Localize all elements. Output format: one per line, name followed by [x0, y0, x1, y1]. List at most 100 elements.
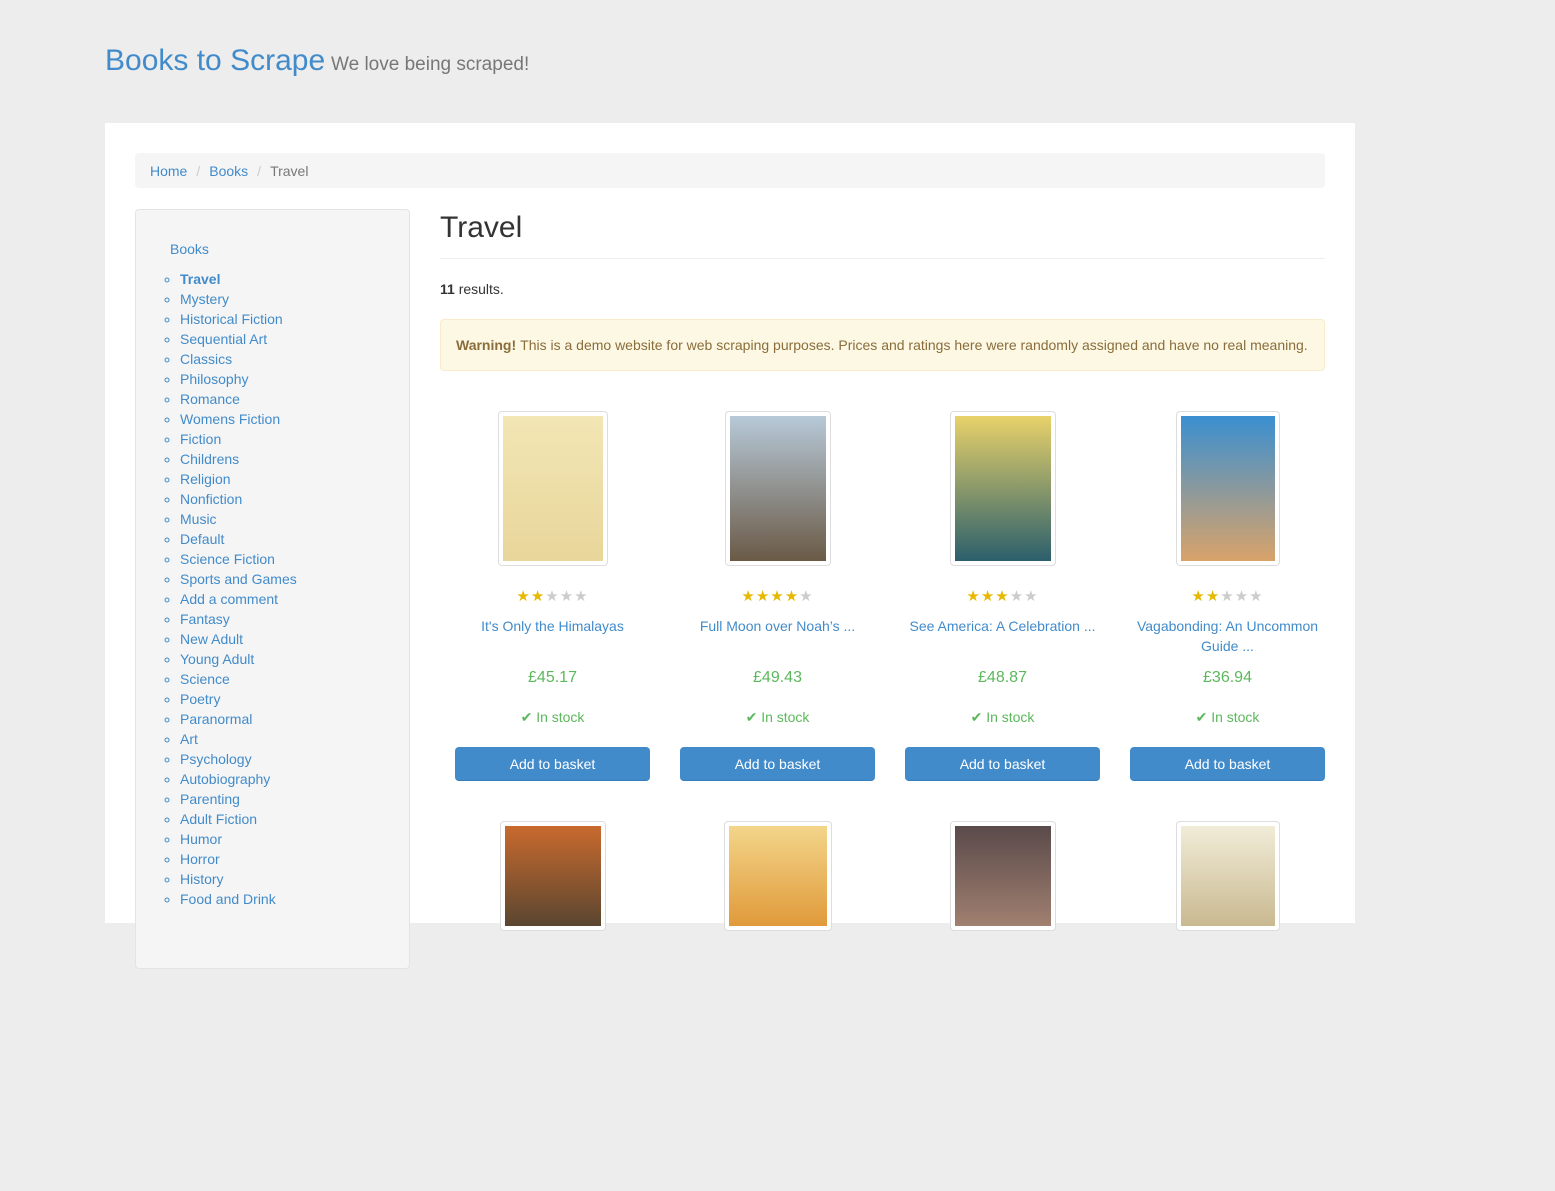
- sidebar-category-link[interactable]: Art: [180, 731, 198, 747]
- sidebar-category-link[interactable]: Fantasy: [180, 611, 230, 627]
- checkmark-icon: ✔: [520, 709, 537, 725]
- sidebar-category-link[interactable]: Womens Fiction: [180, 411, 280, 427]
- add-to-basket-button[interactable]: Add to basket: [905, 747, 1100, 781]
- stock-status-text: In stock: [986, 709, 1035, 725]
- book-cover-thumbnail[interactable]: [497, 411, 608, 566]
- sidebar-item: Add a comment: [180, 589, 297, 609]
- site-brand-link[interactable]: Books to Scrape: [105, 44, 325, 77]
- sidebar-category-link[interactable]: Sequential Art: [180, 331, 267, 347]
- sidebar-category-link[interactable]: Humor: [180, 831, 222, 847]
- product-card: [890, 821, 1115, 1191]
- sidebar-category-link[interactable]: Historical Fiction: [180, 311, 283, 327]
- product-title-link[interactable]: Full Moon over Noah’s ...: [680, 616, 875, 636]
- breadcrumb-separator: /: [257, 162, 262, 179]
- star-icon: ★: [1191, 588, 1206, 605]
- book-cover-thumbnail[interactable]: [723, 821, 832, 931]
- product-title-link[interactable]: It's Only the Himalayas: [455, 616, 650, 636]
- add-to-basket-button[interactable]: Add to basket: [1130, 747, 1325, 781]
- sidebar-item: Paranormal: [180, 709, 297, 729]
- sidebar-category-link[interactable]: Classics: [180, 351, 232, 367]
- sidebar-category-link[interactable]: Parenting: [180, 791, 240, 807]
- book-cover-thumbnail[interactable]: [1175, 411, 1280, 566]
- sidebar-category-link[interactable]: Religion: [180, 471, 231, 487]
- book-cover-thumbnail[interactable]: [724, 411, 831, 566]
- sidebar-item: Humor: [180, 829, 297, 849]
- sidebar-item: Adult Fiction: [180, 809, 297, 829]
- page-container: Home / Books / Travel Books Travel Myster…: [105, 123, 1355, 969]
- breadcrumb: Home / Books / Travel: [135, 153, 1325, 188]
- book-cover-image: [502, 416, 603, 561]
- star-rating: ★★★★★: [1115, 587, 1340, 605]
- sidebar-category-link[interactable]: Autobiography: [180, 771, 270, 787]
- sidebar-item: Science Fiction: [180, 549, 297, 569]
- sidebar-item: Fantasy: [180, 609, 297, 629]
- star-icon: ★: [1249, 588, 1264, 605]
- sidebar-category-link[interactable]: Childrens: [180, 451, 239, 467]
- sidebar-item: Philosophy: [180, 369, 297, 389]
- sidebar-category-link[interactable]: Philosophy: [180, 371, 249, 387]
- product-card: ★★★★★ Full Moon over Noah’s ... £49.43 ✔ In…: [665, 411, 890, 781]
- sidebar-category-link[interactable]: Mystery: [180, 291, 229, 307]
- star-icon: ★: [1234, 588, 1250, 605]
- breadcrumb-books[interactable]: Books: [209, 163, 248, 179]
- sidebar-item: Romance: [180, 389, 297, 409]
- sidebar-item: Classics: [180, 349, 297, 369]
- sidebar-item: Food and Drink: [180, 889, 297, 909]
- category-list: Travel Mystery Historical Fiction Sequentia…: [180, 269, 297, 909]
- sidebar-item: Poetry: [180, 689, 297, 709]
- sidebar-category-link[interactable]: Sports and Games: [180, 571, 297, 587]
- site-tagline: We love being scraped!: [331, 54, 530, 75]
- sidebar-category-link[interactable]: Food and Drink: [180, 891, 276, 907]
- star-rating: ★★★★★: [440, 587, 665, 605]
- sidebar-item: Historical Fiction: [180, 309, 297, 329]
- add-to-basket-button[interactable]: Add to basket: [680, 747, 875, 781]
- sidebar-category-link[interactable]: Science Fiction: [180, 551, 275, 567]
- sidebar-item: Default: [180, 529, 297, 549]
- sidebar-category-link[interactable]: Add a comment: [180, 591, 278, 607]
- book-cover-image: [1180, 416, 1275, 561]
- book-cover-thumbnail[interactable]: [499, 821, 606, 931]
- star-icon: ★: [530, 588, 546, 605]
- page-title: Travel: [440, 211, 523, 244]
- sidebar-item: Autobiography: [180, 769, 297, 789]
- sidebar-category-link[interactable]: Adult Fiction: [180, 811, 257, 827]
- sidebar-category-link[interactable]: Fiction: [180, 431, 221, 447]
- star-icon: ★: [1009, 588, 1025, 605]
- sidebar-category-link[interactable]: Poetry: [180, 691, 220, 707]
- checkmark-icon: ✔: [970, 709, 987, 725]
- sidebar-category-link[interactable]: Music: [180, 511, 217, 527]
- sidebar-category-link[interactable]: History: [180, 871, 224, 887]
- sidebar-item: Mystery: [180, 289, 297, 309]
- add-to-basket-button[interactable]: Add to basket: [455, 747, 650, 781]
- sidebar-category-link[interactable]: Horror: [180, 851, 220, 867]
- book-cover-image: [954, 826, 1051, 926]
- product-title-link[interactable]: See America: A Celebration ...: [905, 616, 1100, 636]
- book-cover-thumbnail[interactable]: [949, 411, 1056, 566]
- stock-status: ✔ In stock: [440, 709, 665, 726]
- sidebar-category-link[interactable]: Psychology: [180, 751, 252, 767]
- book-cover-thumbnail[interactable]: [949, 821, 1056, 931]
- breadcrumb-home[interactable]: Home: [150, 163, 187, 179]
- sidebar-category-link[interactable]: Nonfiction: [180, 491, 242, 507]
- sidebar-item: Childrens: [180, 449, 297, 469]
- sidebar-category-link[interactable]: Default: [180, 531, 224, 547]
- product-card: ★★★★★ See America: A Celebration ... £48.8…: [890, 411, 1115, 781]
- warning-alert: Warning! This is a demo website for web …: [440, 319, 1325, 371]
- sidebar-category-link[interactable]: Young Adult: [180, 651, 254, 667]
- star-rating: ★★★★★: [665, 587, 890, 605]
- sidebar-root-books[interactable]: Books: [170, 241, 209, 257]
- sidebar-category-link[interactable]: Paranormal: [180, 711, 252, 727]
- sidebar-category-link[interactable]: New Adult: [180, 631, 243, 647]
- book-cover-image: [504, 826, 601, 926]
- title-divider: [440, 258, 1325, 259]
- star-icon: ★: [784, 588, 800, 605]
- warning-text: This is a demo website for web scraping …: [520, 337, 1308, 353]
- star-icon: ★: [1220, 588, 1235, 605]
- sidebar-category-link[interactable]: Travel: [180, 271, 220, 287]
- sidebar-category-link[interactable]: Romance: [180, 391, 240, 407]
- stock-status-text: In stock: [761, 709, 810, 725]
- product-title-link[interactable]: Vagabonding: An Uncommon Guide ...: [1130, 616, 1325, 656]
- sidebar-category-link[interactable]: Science: [180, 671, 230, 687]
- product-card: ★★★★★ It's Only the Himalayas £45.17 ✔ In s…: [440, 411, 665, 781]
- book-cover-thumbnail[interactable]: [1175, 821, 1280, 931]
